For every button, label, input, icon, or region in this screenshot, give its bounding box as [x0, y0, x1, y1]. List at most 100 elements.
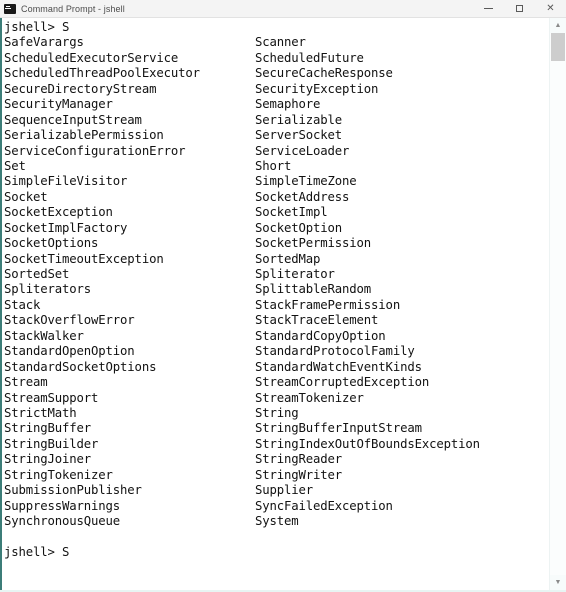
completion-row: StreamSupport StreamTokenizer	[4, 391, 549, 406]
completion-item: SafeVarargs	[4, 35, 84, 50]
minimize-icon	[484, 8, 493, 9]
console-icon	[4, 3, 16, 14]
completion-row: ScheduledThreadPoolExecutor SecureCacheRe…	[4, 66, 549, 81]
completion-row: StringBuilder StringIndexOutOfBoundsExcep…	[4, 437, 549, 452]
completion-item: SocketOptions	[4, 236, 99, 251]
completion-row: SerializablePermission ServerSocket	[4, 128, 549, 143]
completion-item: StreamTokenizer	[255, 390, 364, 405]
completion-row: SynchronousQueue System	[4, 514, 549, 529]
completion-item: SocketException	[4, 205, 113, 220]
console-window: Command Prompt - jshell ✕ jshell> S Safe…	[0, 0, 566, 592]
scrollbar-track[interactable]	[550, 33, 566, 575]
completion-item: StringTokenizer	[4, 467, 113, 482]
completion-item: StandardProtocolFamily	[255, 344, 415, 359]
close-button[interactable]: ✕	[535, 0, 566, 18]
completion-item: SuppressWarnings	[4, 498, 121, 513]
completion-row: StringTokenizer StringWriter	[4, 468, 549, 483]
completion-item: SplittableRandom	[255, 282, 372, 297]
completion-row: SocketException SocketImpl	[4, 205, 549, 220]
completion-item: StandardCopyOption	[255, 328, 386, 343]
window-title: Command Prompt - jshell	[21, 3, 125, 14]
completion-item: StringJoiner	[4, 452, 92, 467]
prompt-line-bottom: jshell> S	[4, 544, 70, 559]
completion-item: SimpleTimeZone	[255, 174, 357, 189]
completion-item: ScheduledFuture	[255, 50, 364, 65]
completion-item: SocketTimeoutException	[4, 251, 164, 266]
completion-row: StringBuffer StringBufferInputStream	[4, 421, 549, 436]
completion-row: ServiceConfigurationError ServiceLoader	[4, 144, 549, 159]
completion-item: Supplier	[255, 483, 314, 498]
completion-item: ScheduledThreadPoolExecutor	[4, 66, 200, 81]
scroll-down-arrow-icon[interactable]: ▼	[550, 575, 566, 590]
completion-row: Socket SocketAddress	[4, 190, 549, 205]
completion-item: StandardOpenOption	[4, 344, 135, 359]
console-area[interactable]: jshell> S SafeVarargs Scanner ScheduledExe…	[0, 18, 566, 590]
completion-item: StringBufferInputStream	[255, 421, 422, 436]
completion-row: Set Short	[4, 159, 549, 174]
close-icon: ✕	[546, 2, 555, 14]
completion-row: SubmissionPublisher Supplier	[4, 483, 549, 498]
maximize-button[interactable]	[504, 0, 535, 18]
completion-item: Semaphore	[255, 97, 321, 112]
completion-row: SequenceInputStream Serializable	[4, 113, 549, 128]
completion-item: Scanner	[255, 35, 306, 50]
completion-item: SocketOption	[255, 220, 343, 235]
completion-item: SortedSet	[4, 267, 70, 281]
completion-item: SerializablePermission	[4, 128, 164, 143]
completion-item: SortedMap	[255, 251, 321, 266]
completion-item: SimpleFileVisitor	[4, 174, 128, 189]
scrollbar-thumb[interactable]	[551, 33, 565, 61]
vertical-scrollbar[interactable]: ▲ ▼	[549, 18, 566, 590]
completion-item: SocketImplFactory	[4, 220, 128, 235]
completion-row: ScheduledExecutorService ScheduledFuture	[4, 51, 549, 66]
completion-row: SocketTimeoutException SortedMap	[4, 252, 549, 267]
completion-item: SynchronousQueue	[4, 514, 121, 528]
completion-row: StrictMath String	[4, 406, 549, 421]
completion-row: SecureDirectoryStream SecurityException	[4, 82, 549, 97]
completion-row: SecurityManager Semaphore	[4, 97, 549, 112]
completion-item: StackTraceElement	[255, 313, 379, 328]
completion-item: Serializable	[255, 112, 343, 127]
completion-item: StandardWatchEventKinds	[255, 359, 422, 374]
completion-item: StackWalker	[4, 328, 84, 343]
completion-row: SocketImplFactory SocketOption	[4, 221, 549, 236]
completion-item: SocketPermission	[255, 236, 372, 251]
completion-item: Stack	[4, 297, 41, 312]
completion-item: StackOverflowError	[4, 313, 135, 328]
completion-item: SocketImpl	[255, 205, 328, 220]
completion-item: StreamSupport	[4, 390, 99, 405]
completion-row: SimpleFileVisitor SimpleTimeZone	[4, 174, 549, 189]
completion-item: SecurityException	[255, 81, 379, 96]
completion-item: StringWriter	[255, 467, 343, 482]
completion-item: Short	[255, 158, 292, 173]
console-output[interactable]: jshell> S SafeVarargs Scanner ScheduledExe…	[2, 18, 549, 590]
completion-item: ScheduledExecutorService	[4, 50, 179, 65]
completion-row: Stack StackFramePermission	[4, 298, 549, 313]
completion-row: SocketOptions SocketPermission	[4, 236, 549, 251]
scroll-up-arrow-icon[interactable]: ▲	[550, 18, 566, 33]
completion-row: SafeVarargs Scanner	[4, 35, 549, 50]
completion-item: Set	[4, 158, 26, 173]
completion-item: StackFramePermission	[255, 297, 401, 312]
completion-item: SecureCacheResponse	[255, 66, 393, 81]
completion-item: SecurityManager	[4, 97, 113, 112]
completion-item: SubmissionPublisher	[4, 483, 142, 498]
completion-item: Spliterators	[4, 282, 92, 297]
maximize-icon	[516, 5, 523, 12]
minimize-button[interactable]	[473, 0, 504, 18]
completion-item: ServiceLoader	[255, 143, 350, 158]
title-bar[interactable]: Command Prompt - jshell ✕	[0, 0, 566, 18]
completion-item: ServerSocket	[255, 128, 343, 143]
completion-item: StrictMath	[4, 405, 77, 420]
completion-item: System	[255, 514, 299, 528]
completion-item: StringBuilder	[4, 436, 99, 451]
completion-row: SortedSet Spliterator	[4, 267, 549, 282]
completion-item: StringReader	[255, 452, 343, 467]
completion-row: StandardSocketOptions StandardWatchEventK…	[4, 360, 549, 375]
completion-item: SequenceInputStream	[4, 112, 142, 127]
completion-item: Socket	[4, 189, 48, 204]
completion-list: SafeVarargs Scanner ScheduledExecutorServi…	[4, 35, 549, 529]
completion-item: StreamCorruptedException	[255, 375, 430, 390]
completion-item: Spliterator	[255, 267, 335, 281]
